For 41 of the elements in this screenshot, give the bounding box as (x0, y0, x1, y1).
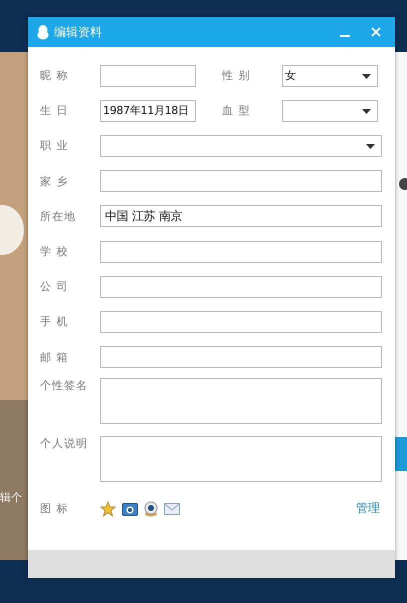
input-field[interactable] (100, 310, 382, 333)
field-label: 所在地 (40, 208, 77, 224)
caret-icon (362, 108, 371, 114)
field-label: 昵 称 (40, 68, 70, 84)
field-label: 邮 箱 (40, 350, 70, 365)
star-icon (100, 500, 116, 517)
caret-icon (366, 144, 375, 149)
dropdown[interactable] (282, 100, 378, 122)
webcam-icon (144, 500, 158, 517)
window-title: 编辑资料 (54, 24, 103, 40)
field-label: 图 标 (40, 501, 70, 516)
field-label: 手 机 (40, 314, 70, 330)
camera-icon (122, 502, 138, 516)
input-field[interactable] (100, 64, 196, 87)
dropdown[interactable] (100, 134, 382, 157)
input-field[interactable] (100, 240, 382, 263)
input-field[interactable] (100, 346, 382, 368)
field-label: 血 型 (222, 103, 252, 118)
penguin-icon (37, 24, 49, 40)
manage-link[interactable]: 管理 (356, 500, 380, 518)
input-field[interactable] (100, 276, 382, 298)
field-label: 生 日 (40, 103, 70, 118)
field-label: 个人说明 (40, 436, 89, 451)
text-area[interactable] (100, 378, 382, 424)
field-label: 性 别 (222, 68, 252, 84)
input-field[interactable] (100, 170, 382, 192)
background-text: 辑个 (0, 490, 22, 505)
field-label: 家 乡 (40, 174, 70, 189)
field-label: 公 司 (40, 279, 70, 294)
field-label: 个性签名 (40, 378, 89, 393)
input-field[interactable]: 1987年11月18日 (100, 100, 196, 122)
mail-icon (164, 502, 180, 515)
field-label: 学 校 (40, 244, 70, 260)
close-icon (371, 27, 381, 37)
caret-icon (362, 74, 371, 79)
field-label: 职 业 (40, 138, 70, 154)
background-panel (395, 437, 407, 471)
text-area[interactable] (100, 436, 382, 482)
dropdown[interactable]: 女 (282, 64, 378, 87)
input-field[interactable]: 中国 江苏 南京 (100, 205, 382, 228)
minimize-icon (340, 34, 350, 36)
